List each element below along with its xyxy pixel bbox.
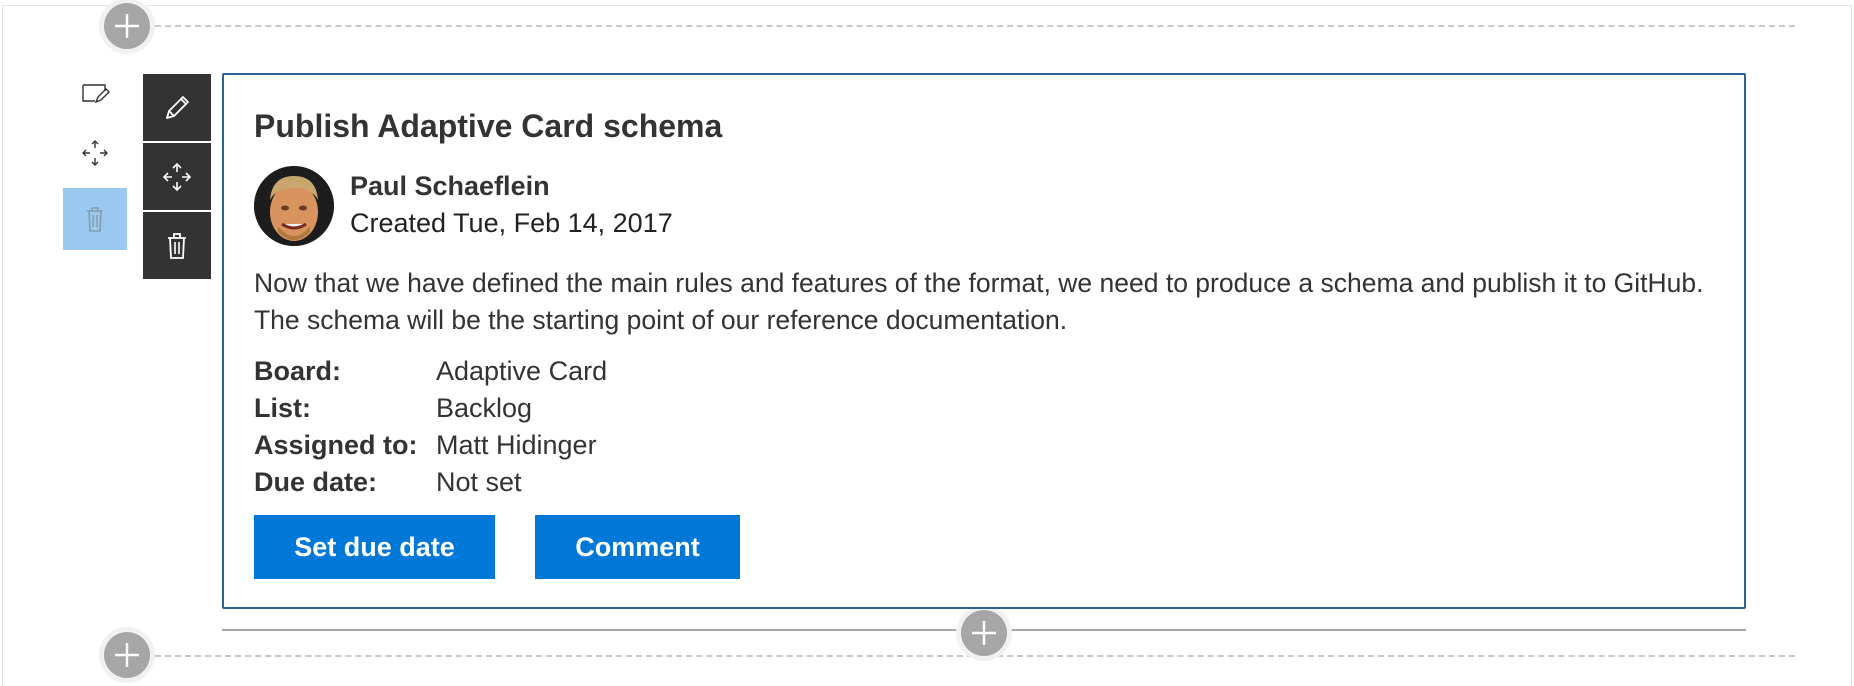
section-delete-button[interactable]: [63, 188, 127, 250]
add-section-top-button[interactable]: [104, 3, 150, 49]
section-move-button[interactable]: [63, 122, 127, 184]
add-section-bottom-button[interactable]: [104, 632, 150, 678]
section-separator-bottom: [155, 655, 1795, 657]
edit-webpart-button[interactable]: [143, 74, 211, 141]
fact-set: Board: Adaptive Card List: Backlog Assig…: [254, 353, 607, 501]
author-name: Paul Schaeflein: [350, 171, 550, 201]
plus-icon: [972, 621, 996, 645]
plus-icon: [115, 643, 139, 667]
comment-button[interactable]: Comment: [535, 515, 740, 579]
card-title: Publish Adaptive Card schema: [254, 108, 723, 144]
move-webpart-button[interactable]: [143, 143, 211, 210]
fact-title: Board:: [254, 356, 341, 386]
fact-value: Adaptive Card: [436, 356, 608, 386]
avatar: [254, 166, 334, 246]
plus-icon: [115, 14, 139, 38]
fact-row: Assigned to: Matt Hidinger: [254, 427, 607, 464]
adaptive-card[interactable]: Publish Adaptive Card schema Paul Schaef…: [222, 73, 1746, 609]
fact-row: Due date: Not set: [254, 464, 607, 501]
delete-webpart-button[interactable]: [143, 212, 211, 279]
fact-title: List:: [254, 393, 311, 423]
add-webpart-button[interactable]: [961, 610, 1007, 656]
webpart-toolbar: [143, 74, 211, 281]
fact-value: Backlog: [436, 393, 533, 423]
action-set: Set due date Comment: [254, 515, 740, 579]
profile-photo-icon: [254, 166, 334, 246]
fact-title: Due date:: [254, 467, 378, 497]
card-description: Now that we have defined the main rules …: [254, 268, 1704, 335]
fact-value: Not set: [436, 467, 522, 497]
fact-row: List: Backlog: [254, 390, 607, 427]
section-separator-top: [155, 25, 1795, 27]
pencil-icon: [166, 95, 189, 119]
fact-row: Board: Adaptive Card: [254, 353, 607, 390]
trash-icon: [87, 207, 103, 232]
fact-title: Assigned to:: [254, 430, 418, 460]
trash-icon: [168, 232, 186, 259]
fact-value: Matt Hidinger: [436, 430, 597, 460]
created-date: Created Tue, Feb 14, 2017: [350, 208, 673, 238]
set-due-date-button[interactable]: Set due date: [254, 515, 495, 579]
move-icon: [162, 162, 192, 191]
edit-note-icon: [82, 84, 110, 104]
section-edit-button[interactable]: [63, 62, 127, 124]
move-icon: [82, 140, 108, 166]
